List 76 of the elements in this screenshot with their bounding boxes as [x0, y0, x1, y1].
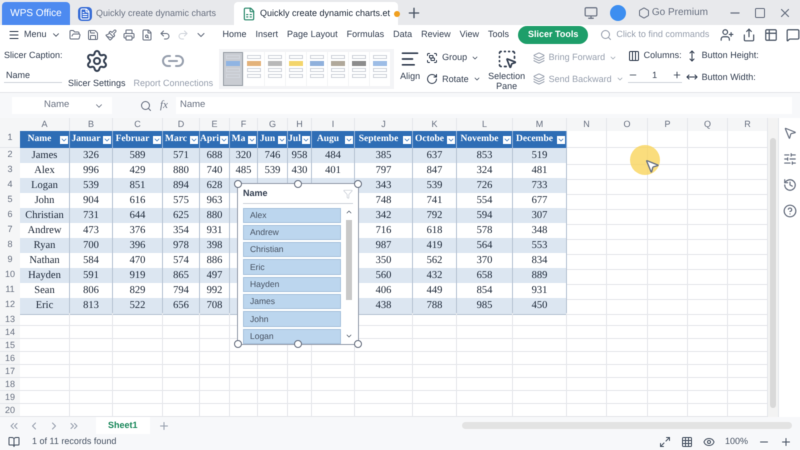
ribbon-tab[interactable]: Home [222, 28, 247, 42]
table-cell: Eric [20, 298, 70, 315]
button-width-label: Button Width: [686, 70, 759, 84]
header-cell: Jun [258, 131, 288, 148]
premium-button[interactable]: Go Premium [638, 5, 708, 20]
slicer-title: Name [243, 187, 268, 200]
header-cell: Augu [312, 131, 355, 148]
row-number[interactable]: 17 [0, 365, 20, 378]
row-number[interactable]: 19 [0, 391, 20, 404]
slicer-item[interactable]: Hayden [243, 276, 341, 292]
column-header[interactable]: O [607, 118, 648, 131]
formula-field[interactable]: Name [176, 97, 792, 114]
ribbon-button[interactable]: Selection Pane [484, 49, 529, 91]
slicer-item[interactable]: Logan [243, 328, 341, 344]
header-cell: Februar [113, 131, 163, 148]
table-cell: 813 [70, 298, 113, 315]
function-button[interactable]: fx [160, 97, 168, 114]
ribbon-tab[interactable]: Slicer Tools [518, 26, 588, 44]
slicer-item[interactable]: Andrew [243, 224, 341, 240]
ribbon-tab[interactable]: Review [421, 28, 451, 42]
ribbon-button[interactable]: Group [426, 51, 481, 64]
column-header[interactable]: P [648, 118, 688, 131]
document-tab[interactable]: Quickly create dynamic charts [70, 2, 234, 25]
header-cell: Decembe [513, 131, 567, 148]
columns-label: Columns: [628, 49, 682, 62]
status-message: 1 of 11 records found [32, 435, 116, 448]
ribbon-tab[interactable]: Data [393, 28, 412, 42]
ribbon-button[interactable]: Slicer Settings [66, 49, 128, 90]
row-number[interactable]: 14 [0, 326, 20, 339]
header-cell: Januar [70, 131, 113, 148]
header-cell: Jul [288, 131, 312, 148]
app-tab[interactable]: WPS Office [2, 2, 70, 25]
slicer-item[interactable]: Alex [243, 208, 341, 223]
table-cell: 522 [113, 298, 163, 315]
header-cell: Name [20, 131, 70, 148]
header-cell: Apri [200, 131, 230, 148]
columns-stepper[interactable]: 1 [628, 68, 682, 83]
command-search[interactable]: Click to find commands [600, 28, 712, 42]
ribbon-tab[interactable]: View [460, 28, 479, 42]
ribbon-tab[interactable]: Page Layout [287, 28, 338, 42]
button-height-label: Button Height: [686, 49, 759, 62]
row-number[interactable]: 1 [0, 131, 20, 148]
ribbon-button[interactable]: Rotate [426, 72, 481, 86]
table-cell: 985 [457, 298, 513, 315]
columns-value: 1 [652, 68, 658, 82]
caption-field[interactable]: Name [4, 68, 62, 83]
header-cell: Novembe [457, 131, 513, 148]
zoom-level[interactable]: 100% [724, 435, 748, 449]
ribbon-button[interactable]: Align [398, 49, 422, 81]
table-cell: 708 [200, 298, 230, 315]
table-cell: 450 [513, 298, 567, 315]
slicer-item[interactable]: John [243, 311, 341, 327]
row-number[interactable]: 18 [0, 378, 20, 391]
document-tab[interactable]: Quickly create dynamic charts.et [234, 2, 398, 25]
ribbon-tab[interactable]: Insert [256, 28, 278, 42]
table-cell: 656 [163, 298, 200, 315]
ribbon-tab[interactable]: Tools [488, 28, 510, 42]
header-cell: Octobe [413, 131, 457, 148]
slicer-item[interactable]: Christian [243, 242, 341, 258]
table-cell: 788 [413, 298, 457, 315]
row-number[interactable]: 13 [0, 313, 20, 326]
column-header[interactable]: N [567, 118, 607, 131]
row-number[interactable]: 16 [0, 352, 20, 365]
menu-button[interactable]: Menu [8, 28, 61, 42]
caption-label: Slicer Caption: [4, 49, 62, 62]
header-cell: Ma [230, 131, 258, 148]
column-header[interactable]: Q [688, 118, 728, 131]
slicer-panel[interactable]: Name Alex Andrew Christian Eric Hayden James John Logan [237, 183, 359, 345]
header-cell: Septembe [355, 131, 413, 148]
sheet-tab[interactable]: Sheet1 [96, 417, 150, 434]
slicer-item[interactable]: James [243, 294, 341, 310]
name-box[interactable]: Name [12, 97, 112, 114]
row-number[interactable]: 15 [0, 339, 20, 352]
header-cell: Marc [163, 131, 200, 148]
ribbon-tab[interactable]: Formulas [346, 28, 384, 42]
slicer-item[interactable]: Eric [243, 259, 341, 275]
